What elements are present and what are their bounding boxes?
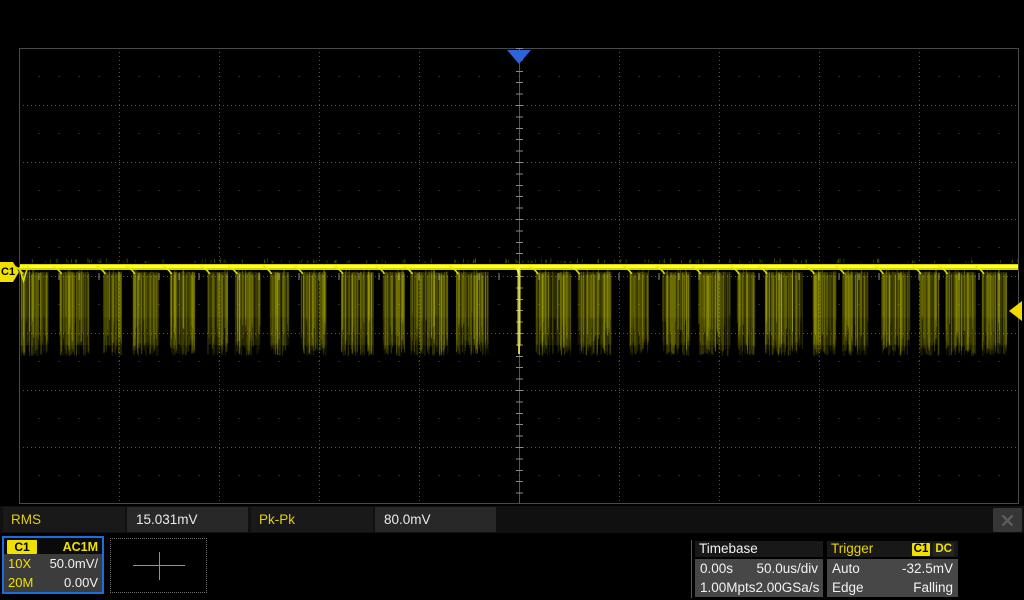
timebase-row-2: 1.00Mpts 2.00GSa/s [695,578,823,597]
plus-icon [133,552,185,580]
measurement-value-pkpk[interactable]: 80.0mV [375,507,496,532]
timebase-rows: 0.00s 50.0us/div 1.00Mpts 2.00GSa/s [695,559,823,597]
channel-offset: 0.00V [64,573,98,592]
channel-coupling: AC1M [63,540,98,554]
trigger-level-marker-icon[interactable] [1009,301,1022,321]
waveform-display[interactable] [0,0,1024,506]
trigger-header: Trigger C1 DC [827,541,958,557]
trigger-rows: Auto -32.5mV Edge Falling [827,559,958,597]
trigger-mode: Auto [832,559,860,578]
panel-divider [691,540,692,598]
channel-badge: C1 [7,540,37,554]
timebase-sample-rate: 2.00GSa/s [756,578,820,597]
measurement-label-pkpk[interactable]: Pk-Pk [251,507,373,532]
channel-bandwidth: 20M [8,573,33,592]
timebase-row-1: 0.00s 50.0us/div [695,559,823,578]
timebase-scale: 50.0us/div [756,559,818,578]
trigger-slope: Falling [913,578,953,597]
close-icon [1000,513,1015,528]
status-bar: C1 AC1M 10X 50.0mV/ 20M 0.00V Timebase 0… [0,536,1024,600]
trigger-title: Trigger [831,541,873,557]
trigger-level: -32.5mV [902,559,953,578]
timebase-header: Timebase [695,541,823,557]
channel-row-header: C1 AC1M [4,538,102,554]
channel-scale: 50.0mV/ [50,554,98,573]
timebase-panel[interactable]: Timebase 0.00s 50.0us/div 1.00Mpts 2.00G… [695,541,823,597]
channel-row-scale: 10X 50.0mV/ [4,554,102,573]
timebase-delay: 0.00s [700,559,733,578]
measurement-label-rms[interactable]: RMS [3,507,125,532]
trigger-source-badge: C1 [912,543,931,556]
trigger-row-2: Edge Falling [827,578,958,597]
channel-row-offset: 20M 0.00V [4,573,102,592]
trigger-panel[interactable]: Trigger C1 DC Auto -32.5mV Edge Falling [827,541,958,597]
close-button[interactable] [993,508,1022,532]
timebase-title: Timebase [699,541,758,557]
channel-probe: 10X [8,554,31,573]
channel-panel-c1[interactable]: C1 AC1M 10X 50.0mV/ 20M 0.00V [2,536,104,594]
trigger-position-marker-icon[interactable] [507,50,531,64]
measurement-value-rms[interactable]: 15.031mV [127,507,248,532]
oscilloscope-screen: C1 RMS 15.031mV Pk-Pk 80.0mV C1 AC1M 10X… [0,0,1024,600]
timebase-points: 1.00Mpts [700,578,756,597]
trigger-coupling-badge: DC [933,543,954,556]
measurement-bar: RMS 15.031mV Pk-Pk 80.0mV [0,506,1024,533]
trigger-type: Edge [832,578,864,597]
trigger-row-1: Auto -32.5mV [827,559,958,578]
add-channel-button[interactable] [110,538,207,593]
trigger-badges: C1 DC [912,543,954,556]
